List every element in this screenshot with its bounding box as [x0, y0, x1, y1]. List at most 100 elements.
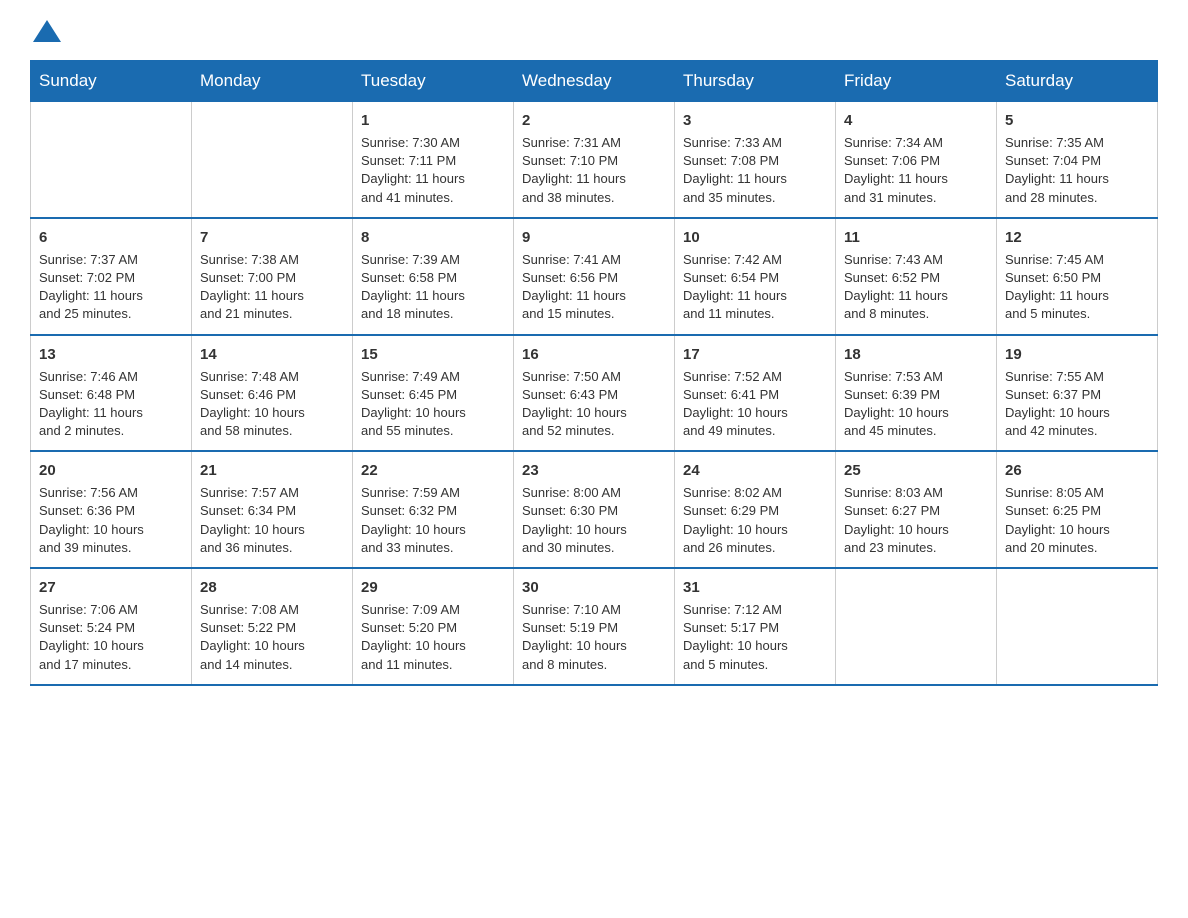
day-info: Sunrise: 7:48 AMSunset: 6:46 PMDaylight:…	[200, 368, 344, 441]
calendar-cell: 22 Sunrise: 7:59 AMSunset: 6:32 PMDayligh…	[353, 451, 514, 568]
calendar-cell: 8 Sunrise: 7:39 AMSunset: 6:58 PMDaylight…	[353, 218, 514, 335]
calendar-cell: 19 Sunrise: 7:55 AMSunset: 6:37 PMDayligh…	[997, 335, 1158, 452]
day-info: Sunrise: 8:00 AMSunset: 6:30 PMDaylight:…	[522, 484, 666, 557]
calendar-week-row: 27 Sunrise: 7:06 AMSunset: 5:24 PMDayligh…	[31, 568, 1158, 685]
day-info: Sunrise: 7:10 AMSunset: 5:19 PMDaylight:…	[522, 601, 666, 674]
day-number: 30	[522, 577, 666, 598]
calendar-cell: 7Sunrise: 7:38 AMSunset: 7:00 PMDaylight…	[192, 218, 353, 335]
calendar-cell: 23 Sunrise: 8:00 AMSunset: 6:30 PMDayligh…	[514, 451, 675, 568]
calendar-cell: 30 Sunrise: 7:10 AMSunset: 5:19 PMDayligh…	[514, 568, 675, 685]
day-number: 15	[361, 344, 505, 365]
day-number: 20	[39, 460, 183, 481]
calendar-header-saturday: Saturday	[997, 61, 1158, 102]
calendar-cell: 17 Sunrise: 7:52 AMSunset: 6:41 PMDayligh…	[675, 335, 836, 452]
day-number: 23	[522, 460, 666, 481]
day-info: Sunrise: 7:56 AMSunset: 6:36 PMDaylight:…	[39, 484, 183, 557]
day-info: Sunrise: 7:57 AMSunset: 6:34 PMDaylight:…	[200, 484, 344, 557]
calendar-cell	[836, 568, 997, 685]
calendar-cell: 28 Sunrise: 7:08 AMSunset: 5:22 PMDayligh…	[192, 568, 353, 685]
calendar-cell: 24 Sunrise: 8:02 AMSunset: 6:29 PMDayligh…	[675, 451, 836, 568]
day-number: 17	[683, 344, 827, 365]
day-number: 2	[522, 110, 666, 131]
logo-triangle-icon	[33, 20, 61, 42]
day-info: Sunrise: 7:09 AMSunset: 5:20 PMDaylight:…	[361, 601, 505, 674]
calendar-cell: 4 Sunrise: 7:34 AMSunset: 7:06 PMDaylight…	[836, 102, 997, 218]
calendar-cell: 27 Sunrise: 7:06 AMSunset: 5:24 PMDayligh…	[31, 568, 192, 685]
day-number: 18	[844, 344, 988, 365]
calendar-cell: 26 Sunrise: 8:05 AMSunset: 6:25 PMDayligh…	[997, 451, 1158, 568]
day-info: Sunrise: 7:31 AMSunset: 7:10 PMDaylight:…	[522, 134, 666, 207]
calendar-cell: 18 Sunrise: 7:53 AMSunset: 6:39 PMDayligh…	[836, 335, 997, 452]
day-number: 26	[1005, 460, 1149, 481]
calendar-cell: 10 Sunrise: 7:42 AMSunset: 6:54 PMDayligh…	[675, 218, 836, 335]
day-number: 31	[683, 577, 827, 598]
day-number: 16	[522, 344, 666, 365]
day-number: 10	[683, 227, 827, 248]
day-info: Sunrise: 7:33 AMSunset: 7:08 PMDaylight:…	[683, 134, 827, 207]
day-info: Sunrise: 7:12 AMSunset: 5:17 PMDaylight:…	[683, 601, 827, 674]
calendar-header-sunday: Sunday	[31, 61, 192, 102]
day-number: 6	[39, 227, 183, 248]
day-info: Sunrise: 7:41 AMSunset: 6:56 PMDaylight:…	[522, 251, 666, 324]
day-number: 11	[844, 227, 988, 248]
day-info: Sunrise: 7:42 AMSunset: 6:54 PMDaylight:…	[683, 251, 827, 324]
day-info: Sunrise: 7:46 AMSunset: 6:48 PMDaylight:…	[39, 368, 183, 441]
day-number: 3	[683, 110, 827, 131]
day-info: Sunrise: 7:59 AMSunset: 6:32 PMDaylight:…	[361, 484, 505, 557]
calendar-week-row: 1 Sunrise: 7:30 AMSunset: 7:11 PMDaylight…	[31, 102, 1158, 218]
day-info: Sunrise: 7:06 AMSunset: 5:24 PMDaylight:…	[39, 601, 183, 674]
calendar-cell: 9 Sunrise: 7:41 AMSunset: 6:56 PMDaylight…	[514, 218, 675, 335]
calendar-cell: 11Sunrise: 7:43 AMSunset: 6:52 PMDayligh…	[836, 218, 997, 335]
day-number: 4	[844, 110, 988, 131]
calendar-cell: 29Sunrise: 7:09 AMSunset: 5:20 PMDayligh…	[353, 568, 514, 685]
day-number: 1	[361, 110, 505, 131]
day-info: Sunrise: 8:05 AMSunset: 6:25 PMDaylight:…	[1005, 484, 1149, 557]
day-number: 14	[200, 344, 344, 365]
calendar-header-tuesday: Tuesday	[353, 61, 514, 102]
day-info: Sunrise: 7:34 AMSunset: 7:06 PMDaylight:…	[844, 134, 988, 207]
calendar-header-friday: Friday	[836, 61, 997, 102]
day-info: Sunrise: 7:30 AMSunset: 7:11 PMDaylight:…	[361, 134, 505, 207]
calendar-cell: 13 Sunrise: 7:46 AMSunset: 6:48 PMDayligh…	[31, 335, 192, 452]
day-info: Sunrise: 7:08 AMSunset: 5:22 PMDaylight:…	[200, 601, 344, 674]
logo	[30, 20, 61, 44]
page-header	[30, 20, 1158, 44]
day-info: Sunrise: 8:02 AMSunset: 6:29 PMDaylight:…	[683, 484, 827, 557]
calendar-cell: 15 Sunrise: 7:49 AMSunset: 6:45 PMDayligh…	[353, 335, 514, 452]
calendar-cell: 20 Sunrise: 7:56 AMSunset: 6:36 PMDayligh…	[31, 451, 192, 568]
day-number: 9	[522, 227, 666, 248]
calendar-table: SundayMondayTuesdayWednesdayThursdayFrid…	[30, 60, 1158, 686]
day-number: 27	[39, 577, 183, 598]
day-info: Sunrise: 7:35 AMSunset: 7:04 PMDaylight:…	[1005, 134, 1149, 207]
day-number: 22	[361, 460, 505, 481]
calendar-week-row: 20 Sunrise: 7:56 AMSunset: 6:36 PMDayligh…	[31, 451, 1158, 568]
day-info: Sunrise: 7:52 AMSunset: 6:41 PMDaylight:…	[683, 368, 827, 441]
calendar-week-row: 6 Sunrise: 7:37 AMSunset: 7:02 PMDaylight…	[31, 218, 1158, 335]
day-number: 21	[200, 460, 344, 481]
day-info: Sunrise: 7:53 AMSunset: 6:39 PMDaylight:…	[844, 368, 988, 441]
calendar-header-thursday: Thursday	[675, 61, 836, 102]
day-number: 8	[361, 227, 505, 248]
calendar-cell: 2 Sunrise: 7:31 AMSunset: 7:10 PMDaylight…	[514, 102, 675, 218]
day-number: 28	[200, 577, 344, 598]
day-info: Sunrise: 7:50 AMSunset: 6:43 PMDaylight:…	[522, 368, 666, 441]
day-info: Sunrise: 8:03 AMSunset: 6:27 PMDaylight:…	[844, 484, 988, 557]
calendar-cell: 6 Sunrise: 7:37 AMSunset: 7:02 PMDaylight…	[31, 218, 192, 335]
day-number: 5	[1005, 110, 1149, 131]
calendar-header-row: SundayMondayTuesdayWednesdayThursdayFrid…	[31, 61, 1158, 102]
day-info: Sunrise: 7:49 AMSunset: 6:45 PMDaylight:…	[361, 368, 505, 441]
calendar-cell: 31 Sunrise: 7:12 AMSunset: 5:17 PMDayligh…	[675, 568, 836, 685]
day-number: 13	[39, 344, 183, 365]
day-info: Sunrise: 7:55 AMSunset: 6:37 PMDaylight:…	[1005, 368, 1149, 441]
calendar-cell: 1 Sunrise: 7:30 AMSunset: 7:11 PMDaylight…	[353, 102, 514, 218]
day-number: 19	[1005, 344, 1149, 365]
day-info: Sunrise: 7:39 AMSunset: 6:58 PMDaylight:…	[361, 251, 505, 324]
calendar-cell	[192, 102, 353, 218]
day-info: Sunrise: 7:37 AMSunset: 7:02 PMDaylight:…	[39, 251, 183, 324]
calendar-cell: 5 Sunrise: 7:35 AMSunset: 7:04 PMDaylight…	[997, 102, 1158, 218]
calendar-cell	[31, 102, 192, 218]
calendar-cell: 25Sunrise: 8:03 AMSunset: 6:27 PMDayligh…	[836, 451, 997, 568]
calendar-week-row: 13 Sunrise: 7:46 AMSunset: 6:48 PMDayligh…	[31, 335, 1158, 452]
day-number: 24	[683, 460, 827, 481]
calendar-cell: 16 Sunrise: 7:50 AMSunset: 6:43 PMDayligh…	[514, 335, 675, 452]
